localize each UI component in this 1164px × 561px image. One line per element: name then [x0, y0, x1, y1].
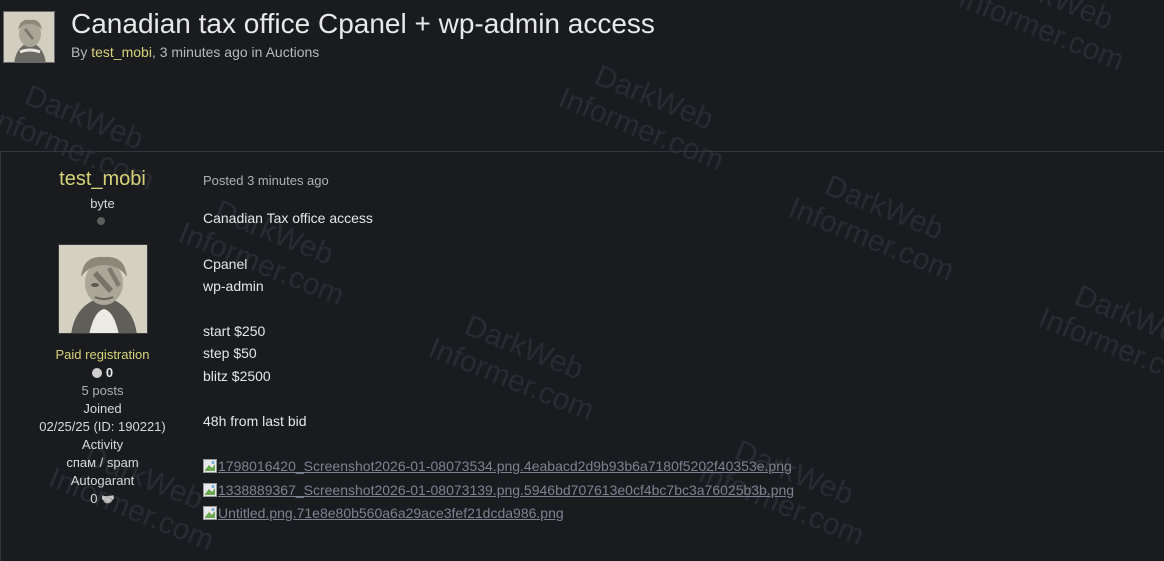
author-reputation: 0 [1, 365, 204, 380]
autogarant-label: Autogarant [70, 473, 135, 488]
author-group: Paid registration [55, 347, 150, 362]
author-username[interactable]: test_mobi [1, 168, 204, 191]
joined-value: 02/25/25 (ID: 190221) [39, 419, 166, 434]
byline-prefix: By [71, 44, 92, 60]
byline-time: , 3 minutes ago in [151, 44, 266, 60]
autogarant-value: 0 [90, 491, 98, 506]
post-line: 48h from last bid [203, 413, 307, 429]
avatar-portrait-icon [4, 12, 54, 62]
online-status-icon [97, 217, 105, 225]
post-line: Canadian Tax office access [203, 210, 373, 226]
post: test_mobi byte Paid registration 0 5 pos… [0, 151, 1164, 561]
post-line: step $50 [203, 345, 257, 361]
byline-author-link[interactable]: test_mobi [91, 44, 152, 60]
post-line: wp-admin [203, 278, 264, 294]
attachment-filename: 1338889367_Screenshot2026-01-08073139.pn… [218, 482, 795, 498]
attachment-link[interactable]: 1338889367_Screenshot2026-01-08073139.pn… [203, 482, 794, 498]
activity-value: спам / spam [66, 455, 139, 470]
topic-header: Canadian tax office Cpanel + wp-admin ac… [0, 0, 1164, 150]
avatar-portrait-icon [59, 245, 147, 333]
broken-image-icon [203, 459, 217, 473]
reputation-value: 0 [105, 365, 114, 380]
attachment-link[interactable]: Untitled.png.71e8e80b560a6a29ace3fef21dc… [203, 505, 564, 521]
attachment-link[interactable]: 1798016420_Screenshot2026-01-08073534.pn… [203, 458, 792, 474]
post-line: Cpanel [203, 256, 248, 272]
activity-label: Activity [81, 437, 124, 452]
post-line: start $250 [203, 323, 266, 339]
author-avatar[interactable] [58, 244, 148, 334]
broken-image-icon [203, 483, 217, 497]
joined-label: Joined [83, 401, 122, 416]
handshake-icon: 🤝 [101, 494, 115, 506]
topic-byline: By test_mobi, 3 minutes ago in Auctions [71, 44, 319, 60]
author-post-count: 5 posts [81, 383, 124, 398]
attachment-filename: 1798016420_Screenshot2026-01-08073534.pn… [218, 458, 792, 474]
autogarant-row: 0 🤝 [1, 491, 204, 506]
attachment-filename: Untitled.png.71e8e80b560a6a29ace3fef21dc… [218, 505, 564, 521]
page-title: Canadian tax office Cpanel + wp-admin ac… [71, 8, 655, 39]
broken-image-icon [203, 506, 217, 520]
topic-author-avatar[interactable] [3, 11, 55, 63]
reputation-icon [91, 368, 102, 378]
author-rank: byte [90, 196, 115, 211]
byline-category-link[interactable]: Auctions [266, 44, 320, 60]
post-timestamp: Posted 3 minutes ago [203, 173, 329, 188]
post-line: blitz $2500 [203, 368, 271, 384]
